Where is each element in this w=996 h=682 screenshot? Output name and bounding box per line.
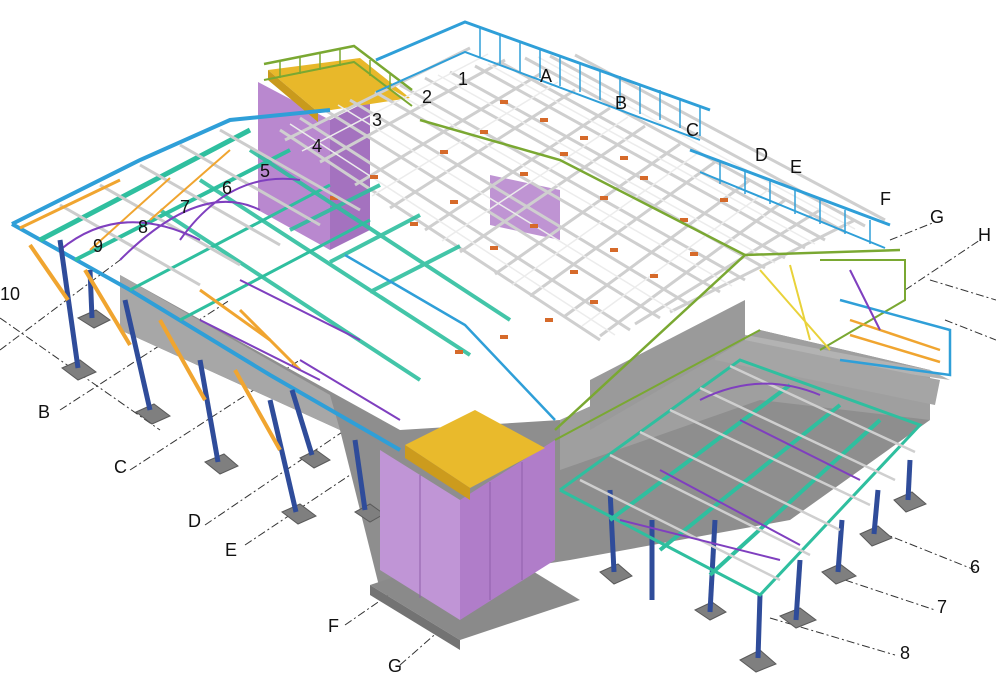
grid-label-top-3: 3: [372, 110, 382, 130]
grid-label-left-e: E: [225, 540, 237, 560]
grid-label-left-f: F: [328, 616, 339, 636]
grid-label-left-10: 10: [0, 284, 20, 304]
grid-label-left-g: G: [388, 656, 402, 676]
grid-label-top-b: B: [615, 93, 627, 113]
grid-label-right-7: 7: [937, 597, 947, 617]
grid-label-top-9: 9: [93, 236, 103, 256]
grid-label-right-8: 8: [900, 643, 910, 663]
grid-label-top-4: 4: [312, 136, 322, 156]
grid-label-top-c: C: [686, 120, 699, 140]
grid-label-top-h: H: [978, 225, 991, 245]
grid-label-left-b: B: [38, 402, 50, 422]
grid-label-top-1: 1: [458, 69, 468, 89]
grid-label-left-c: C: [114, 457, 127, 477]
grid-label-right-6: 6: [970, 557, 980, 577]
grid-label-top-a: A: [540, 66, 552, 86]
structural-model-view: 10 B C D E F G 6 7 8 A B C D E F G H 1 2…: [0, 20, 996, 676]
grid-label-top-g: G: [930, 207, 944, 227]
grid-label-top-6: 6: [222, 178, 232, 198]
grid-label-left-d: D: [188, 511, 201, 531]
grid-label-top-5: 5: [260, 161, 270, 181]
grid-label-top-2: 2: [422, 87, 432, 107]
grid-label-top-8: 8: [138, 217, 148, 237]
grid-label-top-7: 7: [180, 197, 190, 217]
grid-label-top-e: E: [790, 157, 802, 177]
grid-label-top-d: D: [755, 145, 768, 165]
grid-label-top-f: F: [880, 189, 891, 209]
